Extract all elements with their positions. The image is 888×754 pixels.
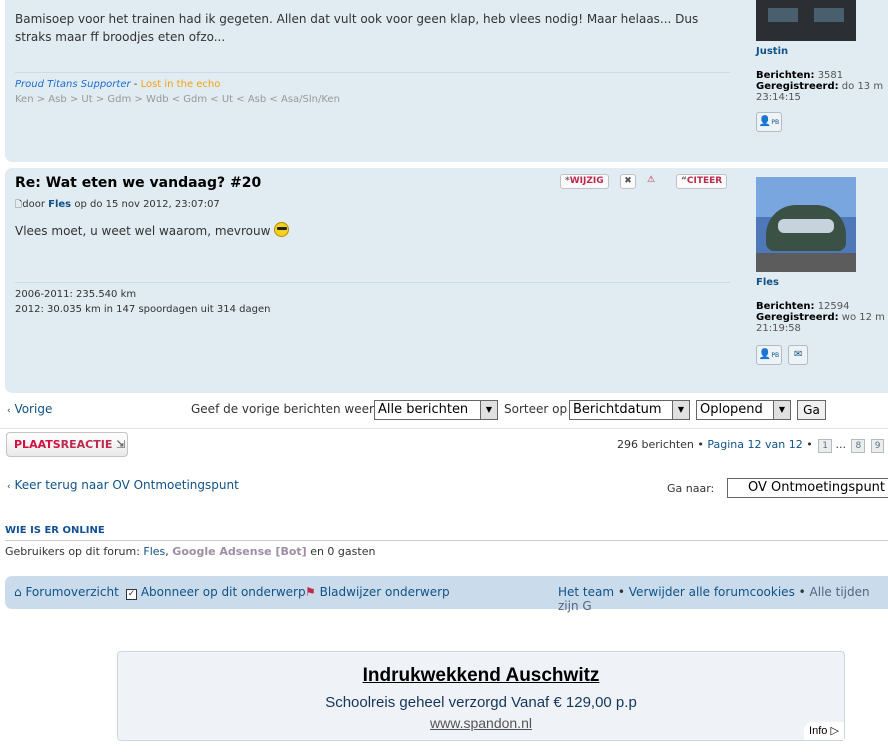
sort-bar: ‹ Vorige Geef de vorige berichten weer: … (0, 400, 888, 422)
goto-forum-select[interactable]: OV Ontmoetingspunt (727, 478, 888, 498)
page-9-button[interactable]: 9 (870, 439, 885, 453)
chevron-left-icon: ‹ (7, 406, 11, 416)
post-2-signature: 2006-2011: 235.540 km 2012: 30.035 km in… (15, 289, 271, 315)
advertisement[interactable]: Indrukwekkend Auschwitz Schoolreis gehee… (117, 651, 845, 741)
dropdown-arrow-icon: ▼ (672, 401, 689, 419)
username-fles[interactable]: Fles (756, 277, 888, 288)
page-8-button[interactable]: 8 (851, 439, 866, 453)
delete-button[interactable]: ✖ (620, 174, 636, 189)
goto-label: Ga naar: (667, 482, 715, 495)
author-link[interactable]: Fles (48, 199, 71, 210)
ad-text: Schoolreis geheel verzorgd Vanaf € 129,0… (325, 694, 637, 711)
footer-links-right: Het team • Verwijder alle forumcookies •… (558, 585, 870, 613)
user-icon: 👤 (758, 349, 772, 360)
ad-title[interactable]: Indrukwekkend Auschwitz (118, 665, 844, 687)
post-1-content: Bamisoep voor het trainen had ik gegeten… (15, 12, 699, 44)
post-2-profile: Fles Berichten: 12594 Geregistreerd: wo … (756, 177, 888, 365)
post-title[interactable]: Re: Wat eten we vandaag? #20 (15, 175, 261, 191)
post-count: 3581 (817, 70, 844, 81)
page-label[interactable]: Pagina 12 van 12 (707, 438, 802, 451)
checkbox-icon: ✓ (126, 589, 137, 600)
home-icon: ⌂ (14, 585, 22, 599)
post-count: 12594 (817, 301, 850, 312)
return-link[interactable]: ‹ Keer terug naar OV Ontmoetingspunt (7, 478, 239, 492)
registered-date: do 13 m (841, 81, 884, 92)
ad-info-button[interactable]: Info ▷ (804, 722, 844, 740)
play-icon: ▷ (830, 725, 839, 737)
quote-button[interactable]: “CITEER (676, 174, 728, 189)
online-heading: WIE IS ER ONLINE (5, 525, 105, 536)
signature-route: Ken > Asb > Ut > Gdm > Wdb < Gdm < Ut < … (15, 94, 340, 105)
bookmark-icon: ⚑ (305, 585, 316, 599)
footer-navbar: ⌂ Forumoverzicht ✓ Abonneer op dit onder… (5, 576, 888, 613)
username-justin[interactable]: Justin (756, 46, 888, 57)
registered-time: 23:14:15 (756, 92, 801, 103)
show-posts-select[interactable]: Alle berichten ▼ (374, 400, 498, 420)
dropdown-arrow-icon: ▼ (480, 401, 497, 419)
pagination-info: 296 berichten • Pagina 12 van 12 • 1 ...… (617, 438, 885, 453)
report-button[interactable]: ⚠ (643, 174, 659, 189)
previous-link[interactable]: ‹ Vorige (7, 402, 52, 416)
avatar (756, 0, 856, 41)
chevron-left-icon: ‹ (7, 482, 11, 492)
user-icon: 👤 (758, 116, 772, 127)
post-2-content: Vlees moet, u weet wel waarom, mevrouw (15, 220, 730, 240)
dropdown-arrow-icon: ▼ (773, 401, 790, 419)
divider (5, 540, 888, 541)
post-2: Re: Wat eten we vandaag? #20 *WIJZIG ✖ ⚠… (5, 168, 888, 393)
post-1: Bamisoep voor het trainen had ik gegeten… (5, 0, 888, 162)
email-button[interactable]: ✉ (788, 345, 809, 365)
online-user-bot[interactable]: Google Adsense [Bot] (172, 545, 306, 558)
signature-link-titans[interactable]: Proud Titans Supporter (15, 79, 131, 90)
post-date: op do 15 nov 2012, 23:07:07 (74, 199, 220, 210)
sort-select[interactable]: Berichtdatum ▼ (569, 400, 690, 420)
divider (0, 428, 888, 429)
bookmark-link[interactable]: ⚑ Bladwijzer onderwerp (305, 585, 450, 599)
team-link[interactable]: Het team (558, 585, 614, 599)
pagination-bar: PLAATSREACTIE ⇲ 296 berichten • Pagina 1… (0, 432, 888, 458)
registered-date: wo 12 m (841, 312, 885, 323)
pm-button[interactable]: 👤PB (756, 112, 782, 132)
post-2-signature-separator (15, 282, 730, 283)
order-select[interactable]: Oplopend ▼ (696, 400, 791, 420)
envelope-icon: ✉ (793, 349, 803, 360)
jump-bar: ‹ Keer terug naar OV Ontmoetingspunt Ga … (0, 476, 888, 502)
online-users: Gebruikers op dit forum: Fles, Google Ad… (5, 545, 376, 558)
delete-icon: ✖ (624, 176, 632, 186)
post-1-profile: Justin Berichten: 3581 Geregistreerd: do… (756, 0, 888, 132)
pm-button[interactable]: 👤PB (756, 345, 782, 365)
registered-time: 21:19:58 (756, 323, 801, 334)
go-button[interactable]: Ga (797, 400, 826, 420)
forum-index-link[interactable]: ⌂ Forumoverzicht (14, 585, 119, 599)
subscribe-link[interactable]: ✓ Abonneer op dit onderwerp (126, 585, 306, 600)
ad-url[interactable]: www.spandon.nl (118, 715, 844, 731)
signature-link-echo[interactable]: Lost in the echo (141, 79, 221, 90)
sort-label: Sorteer op (504, 402, 568, 416)
reply-arrow-icon: ⇲ (116, 438, 126, 451)
post-reply-button[interactable]: PLAATSREACTIE ⇲ (6, 432, 128, 457)
edit-button[interactable]: *WIJZIG (560, 174, 609, 189)
avatar (756, 177, 856, 272)
smiley-cool-icon (274, 222, 290, 237)
post-1-signature: Proud Titans Supporter - Lost in the ech… (15, 79, 340, 105)
delete-cookies-link[interactable]: Verwijder alle forumcookies (629, 585, 795, 599)
warning-icon: ⚠ (646, 175, 656, 185)
online-user-fles[interactable]: Fles (143, 545, 165, 558)
show-posts-label: Geef de vorige berichten weer: (191, 402, 378, 416)
post-1-signature-separator (15, 72, 730, 73)
post-author-line: 🗋door Fles op do 15 nov 2012, 23:07:07 (15, 199, 220, 210)
page-1-button[interactable]: 1 (818, 439, 832, 453)
